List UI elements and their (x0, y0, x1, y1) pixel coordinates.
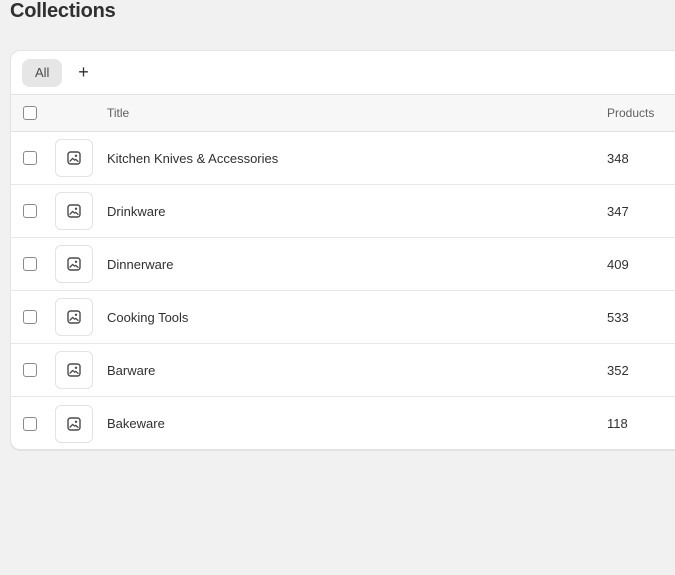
page-title: Collections (10, 0, 116, 22)
row-checkbox[interactable] (23, 151, 37, 165)
row-select-cell (11, 416, 55, 431)
table-header: Title Products (11, 95, 675, 132)
collection-thumbnail[interactable] (55, 139, 93, 177)
collection-product-count: 348 (607, 150, 629, 166)
image-placeholder-icon (67, 416, 81, 431)
image-placeholder-icon (67, 151, 81, 165)
title-column-header[interactable]: Title (107, 106, 607, 120)
image-placeholder-icon (67, 204, 81, 218)
row-thumbnail-cell (55, 245, 107, 283)
row-checkbox[interactable] (23, 257, 37, 271)
row-checkbox[interactable] (23, 310, 37, 324)
collection-thumbnail[interactable] (55, 192, 93, 230)
row-select-cell (11, 204, 55, 218)
table-body: Kitchen Knives & Accessories 348 Drinkwa… (11, 132, 675, 449)
row-thumbnail-cell (55, 192, 107, 230)
collection-product-count: 533 (607, 309, 629, 325)
row-checkbox[interactable] (23, 363, 37, 377)
row-select-cell (11, 363, 55, 377)
collection-product-count: 352 (607, 362, 629, 378)
collection-title[interactable]: Drinkware (107, 204, 607, 219)
collection-product-count: 347 (607, 203, 629, 219)
collection-title[interactable]: Dinnerware (107, 257, 607, 272)
row-thumbnail-cell (55, 404, 107, 443)
table-row[interactable]: Dinnerware 409 (11, 238, 675, 291)
collection-title[interactable]: Barware (107, 363, 607, 378)
collection-title[interactable]: Kitchen Knives & Accessories (107, 151, 607, 166)
collection-title[interactable]: Cooking Tools (107, 310, 607, 325)
table-row[interactable]: Drinkware 347 (11, 185, 675, 238)
tab-all[interactable]: All (22, 58, 63, 87)
row-select-cell (11, 151, 55, 165)
select-all-cell (11, 106, 55, 120)
collection-title[interactable]: Bakeware (107, 416, 607, 431)
row-thumbnail-cell (55, 351, 107, 389)
collection-thumbnail[interactable] (55, 245, 93, 283)
collections-card: All + Title Products Kitchen Knives & Ac… (10, 50, 675, 450)
products-column-header[interactable]: Products (607, 106, 675, 120)
select-all-checkbox[interactable] (23, 106, 37, 120)
table-row[interactable]: Bakeware 118 (11, 397, 675, 449)
view-tabs-bar: All + (11, 51, 675, 95)
table-row[interactable]: Barware 352 (11, 344, 675, 397)
row-checkbox[interactable] (23, 416, 37, 431)
row-checkbox[interactable] (23, 204, 37, 218)
image-placeholder-icon (67, 363, 81, 377)
collection-thumbnail[interactable] (55, 404, 93, 443)
table-row[interactable]: Cooking Tools 533 (11, 291, 675, 344)
row-select-cell (11, 310, 55, 324)
row-thumbnail-cell (55, 139, 107, 177)
add-view-button[interactable]: + (71, 61, 95, 85)
image-placeholder-icon (67, 257, 81, 271)
row-thumbnail-cell (55, 298, 107, 336)
table-row[interactable]: Kitchen Knives & Accessories 348 (11, 132, 675, 185)
collection-product-count: 409 (607, 256, 629, 272)
collection-thumbnail[interactable] (55, 351, 93, 389)
collection-thumbnail[interactable] (55, 298, 93, 336)
collection-product-count: 118 (607, 416, 628, 431)
image-placeholder-icon (67, 310, 81, 324)
row-select-cell (11, 257, 55, 271)
